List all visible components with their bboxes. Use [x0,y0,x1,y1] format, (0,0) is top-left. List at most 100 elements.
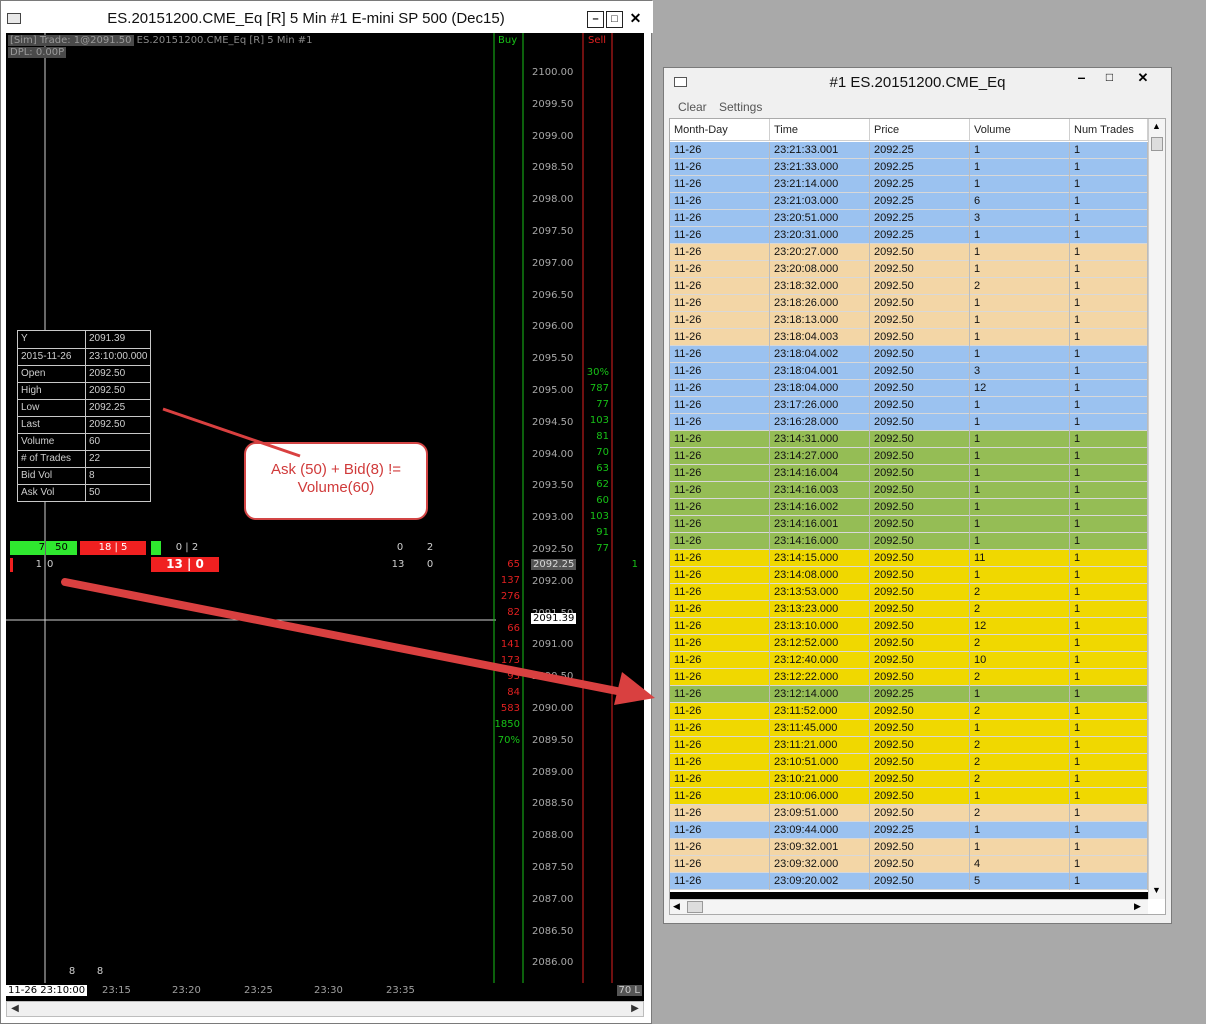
table-row[interactable]: 11-26 23:12:22.000 2092.50 2 1 [670,669,1148,686]
maximize-button[interactable]: □ [1096,70,1123,88]
table-cell: 2 [970,601,1070,618]
column-header-num-trades[interactable]: Num Trades [1070,119,1148,141]
table-row[interactable]: 11-26 23:18:04.000 2092.50 12 1 [670,380,1148,397]
scroll-right-arrow-icon[interactable]: ▶ [1134,901,1141,912]
data-window-row: Open 2092.50 [18,365,150,382]
table-cell: 23:12:22.000 [770,669,870,686]
close-button[interactable]: ✕ [1126,70,1160,88]
table-row[interactable]: 11-26 23:18:04.002 2092.50 1 1 [670,346,1148,363]
scroll-left-arrow-icon[interactable]: ◀ [673,901,680,912]
table-cell: 1 [970,482,1070,499]
table-row[interactable]: 11-26 23:12:40.000 2092.50 10 1 [670,652,1148,669]
chart-horizontal-scrollbar[interactable]: ◀ ▶ [6,1001,644,1017]
table-row[interactable]: 11-26 23:21:33.000 2092.25 1 1 [670,159,1148,176]
scroll-right-arrow-icon[interactable]: ▶ [627,1002,643,1016]
ts-title-bar[interactable]: #1 ES.20151200.CME_Eq – □ ✕ [664,68,1171,96]
table-row[interactable]: 11-26 23:16:28.000 2092.50 1 1 [670,414,1148,431]
table-row[interactable]: 11-26 23:21:03.000 2092.25 6 1 [670,193,1148,210]
table-cell: 11-26 [670,584,770,601]
data-window-row: 2015-11-26 23:10:00.000 [18,348,150,365]
table-row[interactable]: 11-26 23:14:31.000 2092.50 1 1 [670,431,1148,448]
data-window-value: 8 [89,470,95,481]
table-cell: 1 [1070,703,1148,720]
table-cell: 11-26 [670,856,770,873]
sell-volume-value: 583 [500,703,520,714]
table-row[interactable]: 11-26 23:11:21.000 2092.50 2 1 [670,737,1148,754]
scroll-left-arrow-icon[interactable]: ◀ [7,1002,23,1016]
table-row[interactable]: 11-26 23:11:52.000 2092.50 2 1 [670,703,1148,720]
maximize-button[interactable]: □ [606,11,623,28]
table-row[interactable]: 11-26 23:17:26.000 2092.50 1 1 [670,397,1148,414]
clear-menu-item[interactable]: Clear [678,100,707,114]
table-row[interactable]: 11-26 23:09:32.001 2092.50 1 1 [670,839,1148,856]
close-button[interactable]: ✕ [627,11,644,28]
table-row[interactable]: 11-26 23:09:51.000 2092.50 2 1 [670,805,1148,822]
table-row[interactable]: 11-26 23:10:51.000 2092.50 2 1 [670,754,1148,771]
price-axis-label: 2093.00 [532,512,574,524]
minimize-button[interactable]: – [587,11,604,28]
table-row[interactable]: 11-26 23:14:16.001 2092.50 1 1 [670,516,1148,533]
buy-column-label: Buy [498,35,518,46]
table-row[interactable]: 11-26 23:09:32.000 2092.50 4 1 [670,856,1148,873]
table-row[interactable]: 11-26 23:14:27.000 2092.50 1 1 [670,448,1148,465]
ts-horizontal-scrollbar[interactable]: ◀ ▶ [670,899,1148,914]
chart-title-bar[interactable]: ES.20151200.CME_Eq [R] 5 Min #1 E-mini S… [1,1,653,33]
table-row[interactable]: 11-26 23:14:16.002 2092.50 1 1 [670,499,1148,516]
table-row[interactable]: 11-26 23:20:31.000 2092.25 1 1 [670,227,1148,244]
table-row[interactable]: 11-26 23:20:27.000 2092.50 1 1 [670,244,1148,261]
price-axis-label: 2090.00 [532,703,574,714]
table-row[interactable]: 11-26 23:13:53.000 2092.50 2 1 [670,584,1148,601]
ts-menu-bar: Clear Settings [669,96,1166,118]
column-header-month-day[interactable]: Month-Day [670,119,770,141]
table-row[interactable]: 11-26 23:20:51.000 2092.25 3 1 [670,210,1148,227]
column-header-time[interactable]: Time [770,119,870,141]
table-row[interactable]: 11-26 23:18:04.001 2092.50 3 1 [670,363,1148,380]
table-cell: 3 [970,210,1070,227]
scroll-up-arrow-icon[interactable]: ▲ [1152,121,1161,131]
table-row[interactable]: 11-26 23:09:20.002 2092.50 5 1 [670,873,1148,890]
table-row[interactable]: 11-26 23:18:26.000 2092.50 1 1 [670,295,1148,312]
sell-volume-value: 141 [500,639,520,650]
scroll-thumb[interactable] [1151,137,1163,151]
table-row[interactable]: 11-26 23:14:16.004 2092.50 1 1 [670,465,1148,482]
table-row[interactable]: 11-26 23:10:21.000 2092.50 2 1 [670,771,1148,788]
table-cell: 23:21:03.000 [770,193,870,210]
scroll-down-arrow-icon[interactable]: ▼ [1152,885,1161,895]
table-row[interactable]: 11-26 23:09:44.000 2092.25 1 1 [670,822,1148,839]
minimize-button[interactable]: – [1068,70,1095,88]
table-row[interactable]: 11-26 23:13:10.000 2092.50 12 1 [670,618,1148,635]
ts-vertical-scrollbar[interactable]: ▲ ▼ [1148,119,1165,899]
table-row[interactable]: 11-26 23:18:32.000 2092.50 2 1 [670,278,1148,295]
table-row[interactable]: 11-26 23:12:52.000 2092.50 2 1 [670,635,1148,652]
column-header-volume[interactable]: Volume [970,119,1070,141]
table-row[interactable]: 11-26 23:14:08.000 2092.50 1 1 [670,567,1148,584]
scroll-thumb[interactable] [687,901,703,913]
table-cell: 3 [970,363,1070,380]
table-row[interactable]: 11-26 23:18:04.003 2092.50 1 1 [670,329,1148,346]
table-row[interactable]: 11-26 23:13:23.000 2092.50 2 1 [670,601,1148,618]
settings-menu-item[interactable]: Settings [719,100,762,114]
table-row[interactable]: 11-26 23:21:14.000 2092.25 1 1 [670,176,1148,193]
table-cell: 2092.50 [870,635,970,652]
column-header-price[interactable]: Price [870,119,970,141]
table-cell: 2092.50 [870,873,970,890]
table-cell: 23:14:15.000 [770,550,870,567]
table-row[interactable]: 11-26 23:20:08.000 2092.50 1 1 [670,261,1148,278]
buy-volume-value: 91 [596,527,609,538]
table-row[interactable]: 11-26 23:12:14.000 2092.25 1 1 [670,686,1148,703]
data-window-key: Y [18,331,86,348]
price-axis-label: 2096.00 [532,321,574,333]
table-row[interactable]: 11-26 23:21:33.001 2092.25 1 1 [670,142,1148,159]
table-row[interactable]: 11-26 23:14:16.003 2092.50 1 1 [670,482,1148,499]
table-row[interactable]: 11-26 23:14:16.000 2092.50 1 1 [670,533,1148,550]
table-cell: 1 [1070,431,1148,448]
table-row[interactable]: 11-26 23:18:13.000 2092.50 1 1 [670,312,1148,329]
table-row[interactable]: 11-26 23:14:15.000 2092.50 11 1 [670,550,1148,567]
table-cell: 2092.50 [870,516,970,533]
table-cell: 2092.25 [870,686,970,703]
table-row[interactable]: 11-26 23:10:06.000 2092.50 1 1 [670,788,1148,805]
table-row[interactable]: 11-26 23:11:45.000 2092.50 1 1 [670,720,1148,737]
table-cell: 4 [970,856,1070,873]
chart-window-title: ES.20151200.CME_Eq [R] 5 Min #1 E-mini S… [107,10,505,27]
table-cell: 23:11:45.000 [770,720,870,737]
